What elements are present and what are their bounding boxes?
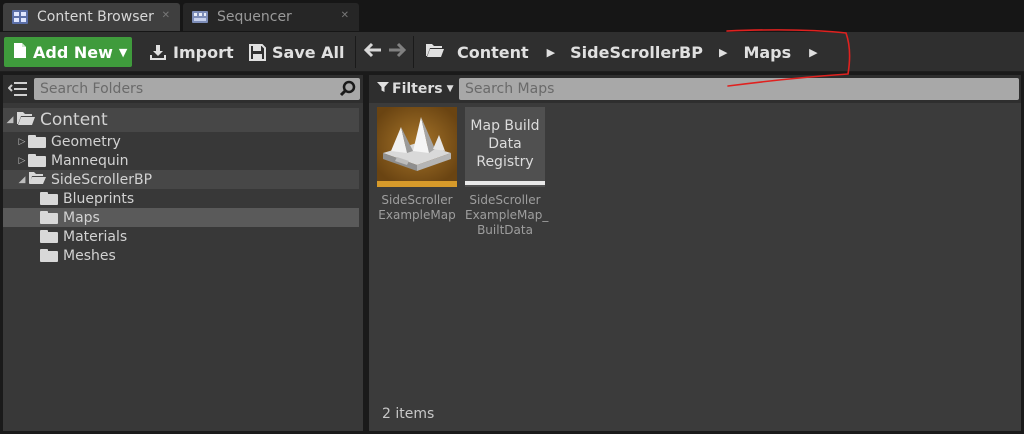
search-folders-input[interactable]: Search Folders — [34, 78, 360, 100]
save-icon — [249, 43, 266, 61]
asset-thumbnail: Map Build Data Registry — [465, 107, 545, 187]
nav-divider — [413, 36, 414, 68]
breadcrumb: Content ▶ SideScrollerBP ▶ Maps ▶ — [425, 37, 818, 67]
import-button[interactable]: Import — [149, 37, 234, 67]
collapsed-arrow-icon[interactable]: ▷ — [16, 156, 28, 166]
tree-item-meshes[interactable]: Meshes — [3, 246, 359, 265]
collapsed-arrow-icon[interactable]: ▷ — [16, 137, 28, 147]
search-maps-input[interactable]: Search Maps — [459, 78, 1019, 100]
search-folders-placeholder: Search Folders — [40, 81, 144, 97]
sequencer-icon — [191, 9, 209, 25]
search-maps-placeholder: Search Maps — [465, 81, 555, 97]
add-new-label: Add New — [33, 42, 113, 62]
level-map-icon — [377, 107, 457, 187]
breadcrumb-maps[interactable]: Maps — [743, 43, 791, 62]
content-browser-icon — [11, 9, 29, 25]
chevron-down-icon: ▼ — [446, 84, 454, 94]
asset-name: SideScroller ExampleMap — [378, 193, 456, 222]
tree-item-maps[interactable]: Maps — [3, 208, 359, 227]
tree-options-icon[interactable] — [7, 80, 28, 102]
save-all-button[interactable]: Save All — [249, 37, 345, 67]
tab-label: Content Browser — [37, 9, 154, 25]
chevron-right-icon[interactable]: ▶ — [719, 46, 727, 59]
toolbar-divider — [355, 36, 356, 68]
filters-button[interactable]: Filters ▼ — [377, 78, 454, 100]
new-document-icon — [13, 42, 27, 63]
tab-bar: Content Browser ✕ Sequencer ✕ — [0, 0, 1024, 32]
asset-tile-example-map[interactable]: SideScroller ExampleMap — [377, 107, 457, 223]
tree-item-label: Blueprints — [63, 190, 135, 207]
search-icon — [339, 80, 357, 102]
tab-content-browser[interactable]: Content Browser ✕ — [3, 3, 180, 31]
folder-icon — [40, 192, 58, 205]
tree-item-sidescrollerbp[interactable]: ◢ SideScrollerBP — [3, 170, 359, 189]
tree-item-mannequin[interactable]: ▷ Mannequin — [3, 151, 359, 170]
folder-icon — [40, 230, 58, 243]
asset-tile-built-data[interactable]: Map Build Data Registry SideScroller Exa… — [465, 107, 549, 238]
tree-item-blueprints[interactable]: Blueprints — [3, 189, 359, 208]
breadcrumb-sidescrollerbp[interactable]: SideScrollerBP — [570, 43, 703, 62]
folder-open-icon — [425, 42, 445, 62]
asset-type-bar — [465, 181, 545, 185]
history-nav — [363, 37, 407, 67]
expanded-arrow-icon[interactable]: ◢ — [16, 175, 28, 185]
thumbnail-text: Map Build Data Registry — [470, 118, 540, 170]
filters-label: Filters — [392, 81, 443, 97]
chevron-right-icon[interactable]: ▶ — [547, 46, 555, 59]
save-all-label: Save All — [272, 42, 345, 62]
tab-label: Sequencer — [217, 9, 292, 25]
back-arrow-icon[interactable] — [363, 42, 382, 62]
chevron-down-icon: ▼ — [118, 45, 128, 59]
folder-icon — [40, 211, 58, 224]
import-label: Import — [173, 42, 234, 62]
asset-thumbnail — [377, 107, 457, 187]
folder-icon — [28, 154, 46, 167]
asset-panel: Filters ▼ Search Maps SideScroller Examp… — [369, 75, 1021, 431]
tree-item-label: Content — [40, 110, 108, 130]
filter-row: Filters ▼ Search Maps — [369, 75, 1021, 103]
expanded-arrow-icon[interactable]: ◢ — [4, 115, 16, 125]
tree-item-content[interactable]: ◢ Content — [3, 108, 359, 132]
forward-arrow-icon[interactable] — [388, 42, 407, 62]
breadcrumb-content[interactable]: Content — [457, 43, 529, 62]
tree-item-label: Geometry — [51, 133, 121, 150]
folder-panel: Search Folders ◢ Content ▷ Geometry ▷ Ma… — [3, 75, 363, 431]
add-new-button[interactable]: Add New ▼ — [4, 37, 132, 67]
folder-open-icon — [28, 171, 47, 189]
close-icon[interactable]: ✕ — [341, 10, 349, 21]
chevron-right-icon[interactable]: ▶ — [809, 46, 817, 59]
import-icon — [150, 44, 166, 60]
folder-open-icon — [16, 111, 36, 130]
tree-item-label: Mannequin — [51, 152, 129, 169]
folder-icon — [28, 135, 46, 148]
tree-item-label: Materials — [63, 228, 128, 245]
toolbar: Add New ▼ Import Save All Content ▶ Side… — [0, 32, 1024, 72]
tree-item-label: Maps — [63, 209, 100, 226]
tree-item-label: SideScrollerBP — [51, 171, 153, 188]
tab-sequencer[interactable]: Sequencer ✕ — [183, 3, 359, 31]
asset-name: SideScroller ExampleMap_ BuiltData — [465, 193, 549, 237]
tree-item-label: Meshes — [63, 247, 116, 264]
tree-item-materials[interactable]: Materials — [3, 227, 359, 246]
tree-item-geometry[interactable]: ▷ Geometry — [3, 132, 359, 151]
folder-search-row: Search Folders — [3, 75, 363, 103]
close-icon[interactable]: ✕ — [162, 10, 170, 21]
filter-icon — [377, 81, 389, 97]
items-count: 2 items — [382, 406, 435, 422]
folder-icon — [40, 249, 58, 262]
